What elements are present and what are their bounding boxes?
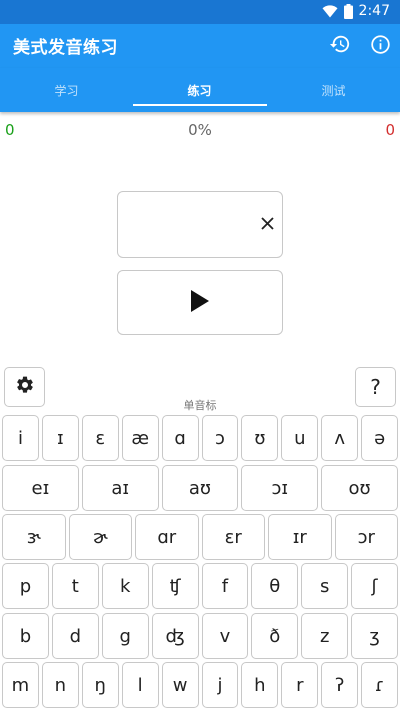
key[interactable]: n xyxy=(41,662,79,708)
key[interactable]: ɔr xyxy=(334,514,398,560)
key[interactable]: ʧ xyxy=(151,563,199,609)
key[interactable]: ʒ xyxy=(351,613,398,659)
key[interactable]: k xyxy=(101,563,149,609)
key[interactable]: i xyxy=(2,415,39,461)
key[interactable]: d xyxy=(51,613,99,659)
key[interactable]: ɪ xyxy=(41,415,79,461)
key[interactable]: ʊ xyxy=(241,415,279,461)
tab-learn[interactable]: 学习 xyxy=(0,68,133,112)
keyboard-row-1: i ɪ ɛ æ ɑ ɔ ʊ u ʌ ə xyxy=(2,415,399,461)
clear-button[interactable] xyxy=(258,215,276,233)
key[interactable]: b xyxy=(2,613,49,659)
key[interactable]: s xyxy=(301,563,349,609)
key[interactable]: eɪ xyxy=(2,465,79,511)
play-button[interactable] xyxy=(117,270,283,335)
key[interactable]: θ xyxy=(251,563,299,609)
key[interactable]: j xyxy=(201,662,239,708)
key[interactable]: aʊ xyxy=(161,465,239,511)
key[interactable]: f xyxy=(201,563,249,609)
key[interactable]: w xyxy=(161,662,199,708)
app-bar: 美式发音练习 xyxy=(0,24,400,68)
correct-count: 0 xyxy=(5,121,15,139)
key[interactable]: ɑr xyxy=(135,514,199,560)
app-title: 美式发音练习 xyxy=(13,38,118,58)
key[interactable]: ɔɪ xyxy=(241,465,319,511)
keyboard-row-2: eɪ aɪ aʊ ɔɪ oʊ xyxy=(2,465,398,511)
score-percent: 0% xyxy=(188,121,212,139)
key[interactable]: ɑ xyxy=(161,415,199,461)
key[interactable]: p xyxy=(2,563,49,609)
key[interactable]: ð xyxy=(251,613,299,659)
info-icon xyxy=(370,34,391,59)
key[interactable]: r xyxy=(281,662,319,708)
key[interactable]: ɔ xyxy=(201,415,239,461)
keyboard-row-3: ɝ ɚ ɑr ɛr ɪr ɔr xyxy=(2,514,398,560)
key[interactable]: aɪ xyxy=(81,465,159,511)
keyboard-row-5: b d g ʤ v ð z ʒ xyxy=(2,613,398,659)
tab-test[interactable]: 测试 xyxy=(267,68,400,112)
keyboard-row-6: m n ŋ l w j h r ʔ ɾ xyxy=(2,662,399,708)
key[interactable]: l xyxy=(121,662,159,708)
key[interactable]: ʃ xyxy=(351,563,398,609)
key[interactable]: ɾ xyxy=(361,662,399,708)
key[interactable]: ɪr xyxy=(268,514,332,560)
answer-field[interactable] xyxy=(117,191,283,258)
key[interactable]: m xyxy=(2,662,39,708)
key[interactable]: ɛr xyxy=(201,514,265,560)
status-time: 2:47 xyxy=(358,3,390,19)
key[interactable]: ʤ xyxy=(151,613,199,659)
battery-icon xyxy=(343,3,353,19)
key[interactable]: ʌ xyxy=(321,415,359,461)
play-icon xyxy=(190,289,210,317)
key[interactable]: ʔ xyxy=(321,662,359,708)
key[interactable]: æ xyxy=(121,415,159,461)
section-label: 单音标 xyxy=(183,399,217,412)
key[interactable]: z xyxy=(301,613,349,659)
key[interactable]: ə xyxy=(361,415,399,461)
status-bar: 2:47 xyxy=(0,0,400,24)
tab-indicator xyxy=(133,104,267,106)
key[interactable]: g xyxy=(101,613,149,659)
key[interactable]: h xyxy=(241,662,279,708)
keyboard-row-4: p t k ʧ f θ s ʃ xyxy=(2,563,398,609)
key[interactable]: oʊ xyxy=(321,465,398,511)
close-icon xyxy=(260,215,274,234)
key[interactable]: u xyxy=(281,415,319,461)
key[interactable]: t xyxy=(51,563,99,609)
key[interactable]: ŋ xyxy=(81,662,119,708)
gear-icon xyxy=(15,375,35,399)
key[interactable]: v xyxy=(201,613,249,659)
info-button[interactable] xyxy=(367,33,393,59)
history-button[interactable] xyxy=(327,33,353,59)
key[interactable]: ɝ xyxy=(2,514,66,560)
key[interactable]: ɚ xyxy=(68,514,132,560)
history-icon xyxy=(329,33,351,59)
wifi-icon xyxy=(322,4,338,18)
key[interactable]: ɛ xyxy=(81,415,119,461)
wrong-count: 0 xyxy=(385,121,395,139)
